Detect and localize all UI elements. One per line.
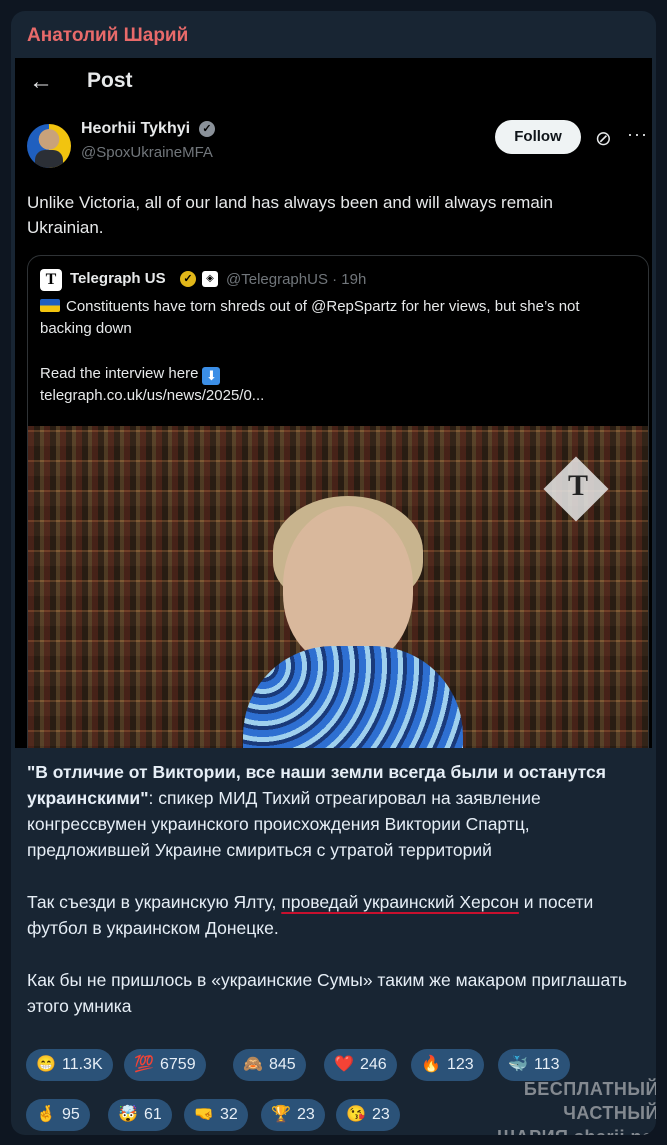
- verified-badge-icon: ✓: [199, 121, 215, 137]
- reaction-emoji-icon: 🙈: [243, 1056, 263, 1073]
- author-avatar: [27, 124, 71, 168]
- reaction-count: 61: [144, 1106, 162, 1123]
- more-options-icon: ···: [627, 124, 648, 144]
- caption-paragraph-3: Как бы не пришлось в «украинские Сумы» т…: [27, 970, 627, 1016]
- quoted-author-name: Telegraph US: [70, 270, 166, 287]
- tweet-screenshot[interactable]: ← Post Heorhii Tykhyi ✓ @SpoxUkraineMFA …: [15, 58, 652, 748]
- reaction-count: 845: [269, 1056, 296, 1073]
- author-handle: @SpoxUkraineMFA: [81, 144, 213, 161]
- tweet-header: ← Post: [15, 58, 652, 108]
- reaction-emoji-icon: 😘: [346, 1106, 366, 1123]
- quoted-text-body: Constituents have torn shreds out of @Re…: [40, 298, 580, 337]
- reaction-count: 95: [62, 1106, 80, 1123]
- reaction-count: 246: [360, 1056, 387, 1073]
- reaction-count: 6759: [160, 1056, 196, 1073]
- reaction-chip[interactable]: ❤️ 246: [324, 1049, 397, 1081]
- reaction-emoji-icon: 🤞: [36, 1106, 56, 1123]
- follow-button: Follow: [495, 120, 581, 154]
- reaction-chip[interactable]: 🙈 845: [233, 1049, 306, 1081]
- reaction-chip[interactable]: 🤜 32: [184, 1099, 248, 1131]
- watermark-line-1: БЕСПЛАТНЫЙ ЧАСТНЫЙ: [523, 1079, 656, 1123]
- caption-paragraph-1: "В отличие от Виктории, все наши земли в…: [27, 759, 637, 863]
- message-card: Анатолий Шарий ← Post Heorhii Tykhyi ✓ @…: [11, 11, 656, 1135]
- caption-p2-underlined: проведай украинский Херсон: [281, 892, 519, 912]
- quoted-tweet: T Telegraph US ✓ ◈ @TelegraphUS · 19h Co…: [27, 255, 649, 748]
- person-face: [283, 506, 413, 666]
- reaction-chip[interactable]: 😘 23: [336, 1099, 400, 1131]
- tweet-text: Unlike Victoria, all of our land has alw…: [27, 193, 554, 237]
- reaction-count: 113: [534, 1056, 560, 1073]
- telegraph-logo-icon: T: [40, 269, 62, 291]
- reaction-emoji-icon: 😁: [36, 1056, 56, 1073]
- caption-p2-pre: Так съезди в украинскую Ялту,: [27, 892, 282, 912]
- channel-name[interactable]: Анатолий Шарий: [27, 25, 188, 47]
- quoted-text: Constituents have torn shreds out of @Re…: [40, 296, 630, 340]
- reaction-chip[interactable]: 💯 6759: [124, 1049, 206, 1081]
- author-name: Heorhii Tykhyi: [81, 120, 191, 137]
- reaction-count: 23: [372, 1106, 390, 1123]
- affiliate-badge-icon: ◈: [202, 271, 218, 287]
- reaction-emoji-icon: ❤️: [334, 1056, 354, 1073]
- reaction-emoji-icon: 🤜: [194, 1106, 214, 1123]
- reaction-chip[interactable]: 🏆 23: [261, 1099, 325, 1131]
- back-arrow-icon: ←: [29, 68, 53, 95]
- reaction-chip[interactable]: 🤞 95: [26, 1099, 90, 1131]
- reaction-chip[interactable]: 🤯 61: [108, 1099, 172, 1131]
- quoted-handle-time: @TelegraphUS · 19h: [226, 271, 367, 288]
- quoted-read-label: Read the interview here: [40, 365, 199, 382]
- ukraine-flag-icon: [40, 299, 60, 312]
- quoted-link: telegraph.co.uk/us/news/2025/0...: [40, 387, 265, 404]
- reaction-count: 123: [447, 1056, 474, 1073]
- reaction-chip[interactable]: 😁 11.3K: [26, 1049, 113, 1081]
- reaction-count: 11.3K: [62, 1056, 103, 1073]
- telegraph-watermark-letter: T: [567, 469, 588, 502]
- watermark: БЕСПЛАТНЫЙ ЧАСТНЫЙ ШАРИЯ sharij.net: [429, 1077, 656, 1135]
- reaction-count: 32: [220, 1106, 238, 1123]
- reaction-emoji-icon: 🏆: [271, 1106, 291, 1123]
- caption-paragraph-2: Так съезди в украинскую Ялту, проведай у…: [27, 889, 637, 941]
- reaction-emoji-icon: 💯: [134, 1056, 154, 1073]
- down-arrow-icon: ⬇: [202, 367, 221, 385]
- quoted-read-line: Read the interview here ⬇: [40, 365, 221, 385]
- post-caption: "В отличие от Виктории, все наши земли в…: [27, 759, 637, 1045]
- reaction-count: 23: [297, 1106, 315, 1123]
- tweet-header-title: Post: [87, 69, 133, 92]
- quoted-photo: T: [28, 426, 648, 748]
- grok-icon: ⊘: [595, 128, 612, 150]
- watermark-line-2: ШАРИЯ sharij.net: [429, 1125, 656, 1135]
- reaction-emoji-icon: 🤯: [118, 1106, 138, 1123]
- gold-verified-badge-icon: ✓: [180, 271, 196, 287]
